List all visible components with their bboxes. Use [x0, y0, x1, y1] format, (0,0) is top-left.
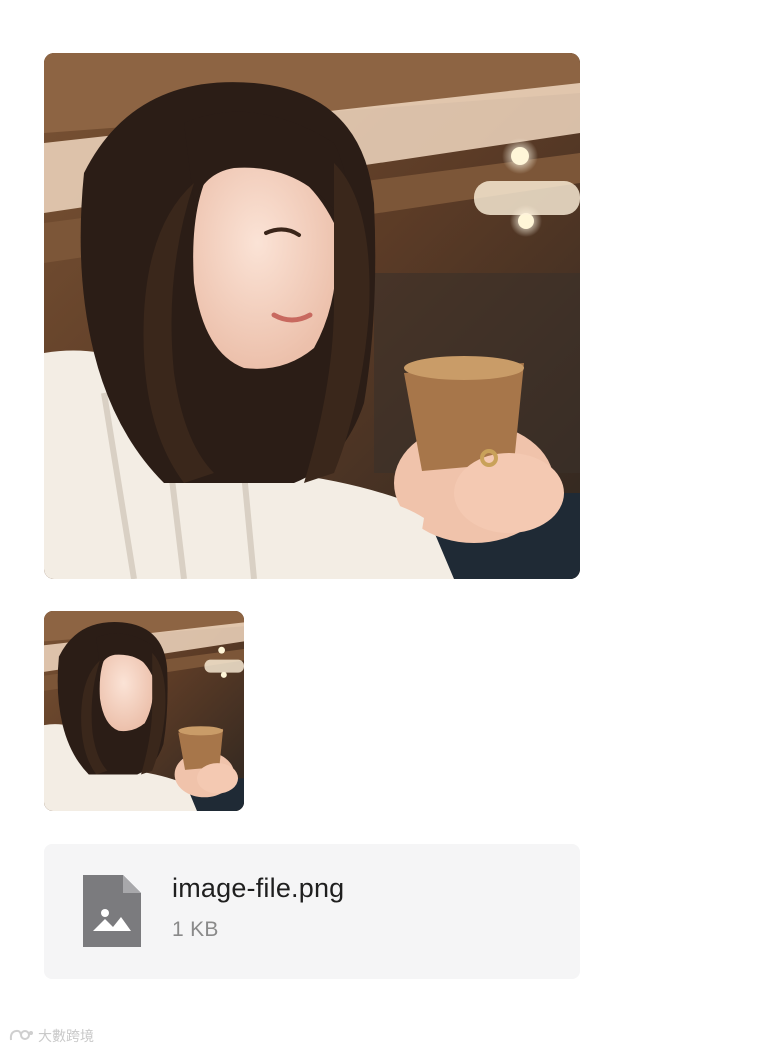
- file-size: 1 KB: [172, 918, 219, 941]
- file-name: image-file.png: [172, 873, 345, 903]
- page: image-file.png 1 KB 大數跨境: [0, 0, 776, 1052]
- photo-illustration: [44, 53, 580, 579]
- photo-large[interactable]: [44, 53, 580, 579]
- watermark-logo-icon: [8, 1028, 34, 1044]
- watermark-text: 大數跨境: [38, 1028, 94, 1044]
- file-attachment-card[interactable]: image-file.png 1 KB: [44, 844, 580, 979]
- image-file-icon: [83, 875, 141, 947]
- thumbnail-illustration: [44, 611, 244, 811]
- photo-thumbnail[interactable]: [44, 611, 244, 811]
- watermark: 大數跨境: [8, 1026, 94, 1046]
